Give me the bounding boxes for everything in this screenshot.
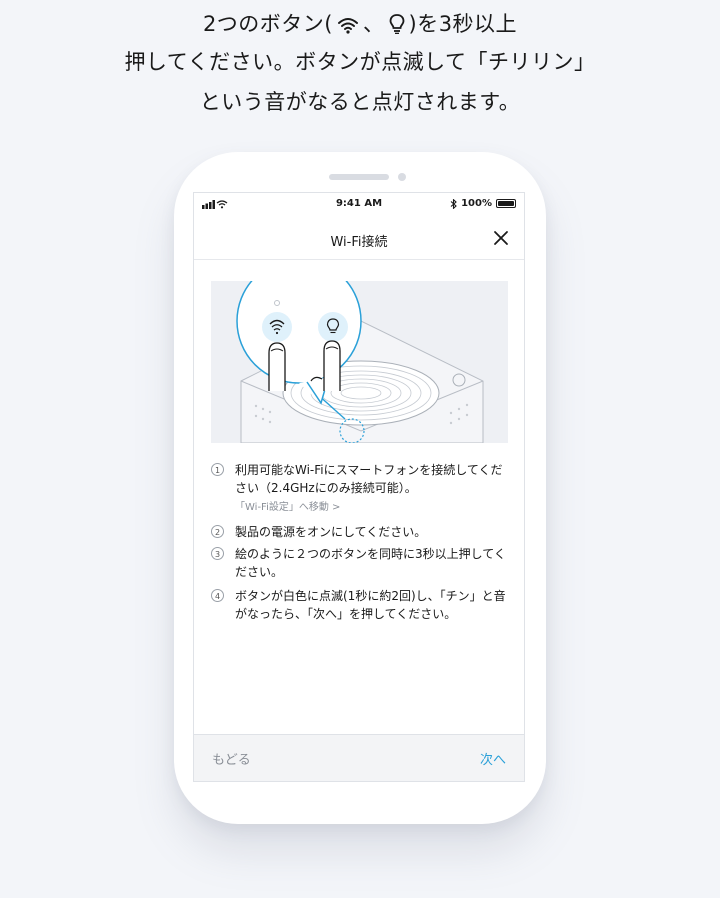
- wifi-settings-link[interactable]: 「Wi-Fi設定」へ移動 >: [235, 499, 509, 517]
- page-title: Wi-Fi接続: [330, 235, 388, 250]
- headline-text-post: )を3秒以上: [408, 12, 518, 36]
- bottom-action-bar: もどる 次へ: [194, 734, 524, 781]
- phone-frame: 9:41 AM 100% Wi-Fi接続 1 利用可能なWi-Fiにスマートフォ…: [174, 152, 546, 824]
- step-4-text: ボタンが白色に点滅(1秒に約2回)し、「チン」と音がなったら、「次へ」を押してく…: [235, 589, 506, 621]
- phone-speaker: [329, 174, 389, 180]
- bluetooth-icon: [450, 198, 457, 209]
- device-illustration-image: [236, 281, 484, 443]
- step-1-content: 利用可能なWi-Fiにスマートフォンを接続してください（2.4GHzにのみ接続可…: [235, 461, 509, 517]
- step-number-badge: 3: [211, 547, 224, 560]
- step-number-badge: 2: [211, 525, 224, 538]
- app-screen: 9:41 AM 100% Wi-Fi接続 1 利用可能なWi-Fiにスマートフォ…: [193, 192, 525, 782]
- device-illustration: [211, 281, 508, 443]
- bulb-icon: [389, 14, 404, 34]
- headline-line-2: 押してください。ボタンが点滅して「チリリン」: [124, 50, 596, 74]
- wifi-icon: [338, 18, 358, 34]
- status-bar: 9:41 AM 100%: [194, 193, 524, 215]
- headline-text-pre: 2つのボタン(: [202, 12, 333, 36]
- phone-camera: [398, 173, 406, 181]
- step-number-badge: 1: [211, 463, 224, 476]
- step-2-text: 製品の電源をオンにしてください。: [235, 525, 427, 539]
- step-3-text: 絵のように２つのボタンを同時に3秒以上押してください。: [235, 547, 506, 579]
- back-button[interactable]: もどる: [212, 749, 251, 768]
- step-1-text: 利用可能なWi-Fiにスマートフォンを接続してください（2.4GHzにのみ接続可…: [235, 463, 503, 495]
- headline-line-3: という音がなると点灯されます。: [199, 90, 521, 114]
- headline-line-1: 2つのボタン( 、 )を3秒以上: [0, 8, 720, 38]
- nav-bar: Wi-Fi接続: [194, 219, 524, 260]
- headline-separator: 、: [363, 12, 385, 36]
- status-right: 100%: [450, 198, 516, 209]
- battery-percent: 100%: [461, 198, 492, 209]
- step-number-badge: 4: [211, 589, 224, 602]
- close-icon[interactable]: [490, 227, 512, 249]
- battery-icon: [496, 199, 516, 208]
- next-button[interactable]: 次へ: [480, 749, 506, 768]
